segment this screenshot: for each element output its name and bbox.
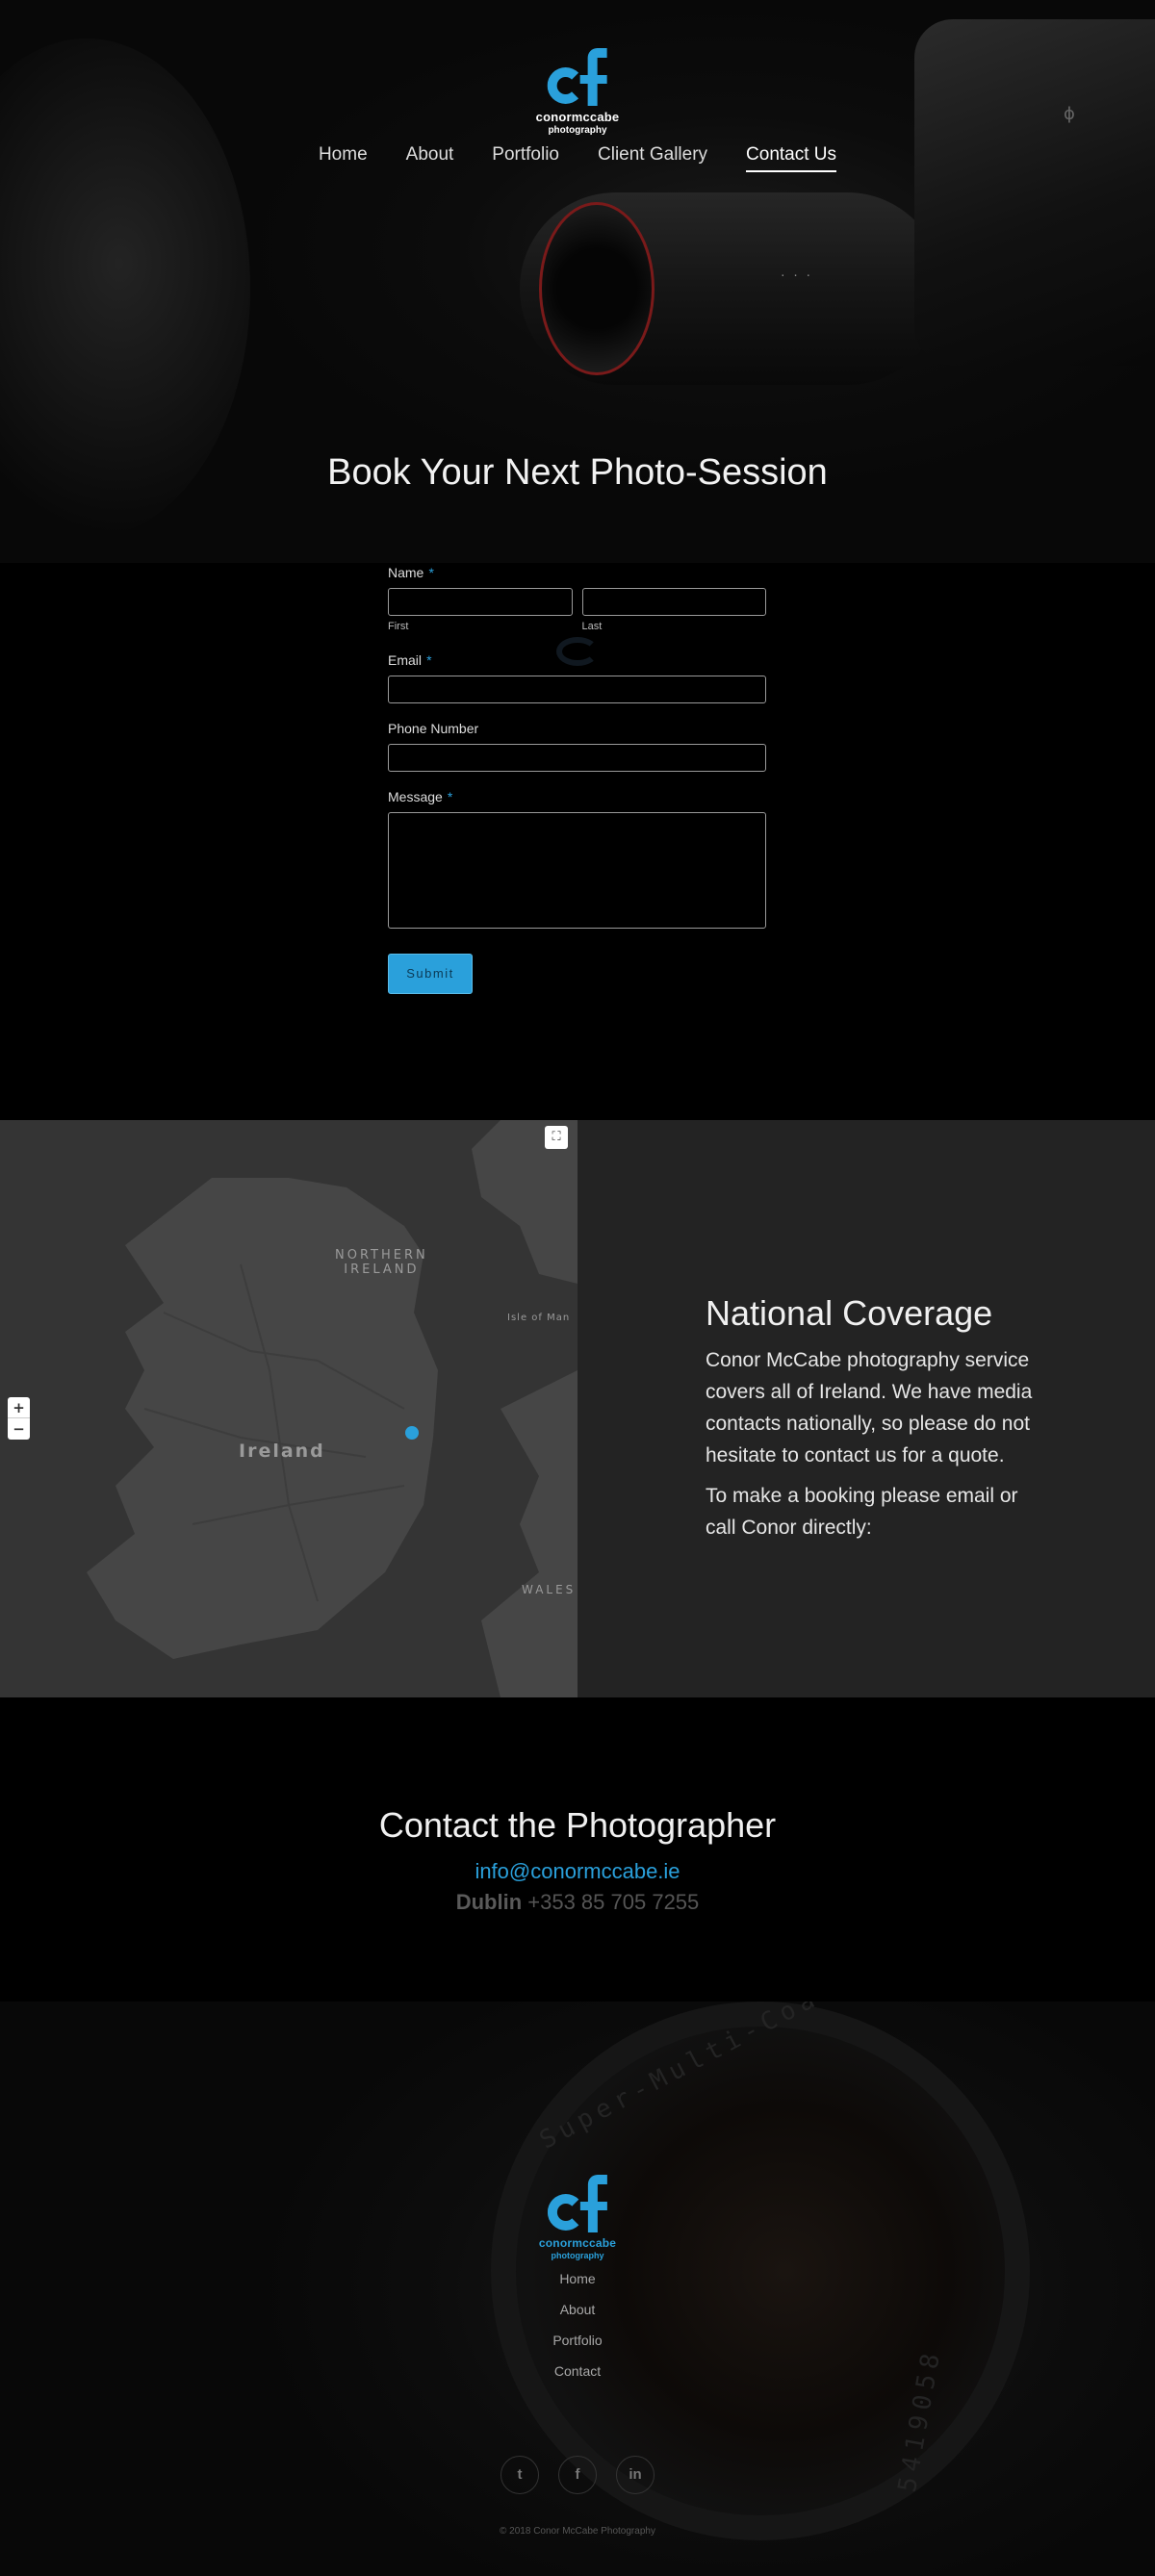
first-name-sublabel: First [388,621,409,632]
coverage-section: NORTHERN IRELAND Isle of Man Ireland WAL… [0,1120,1155,1697]
message-textarea[interactable] [388,812,766,929]
name-label: Name [388,565,424,580]
map-label-wales: WALES [522,1583,577,1596]
lens-front-ring [539,202,654,375]
map-land-shapes [87,1120,578,1697]
copyright: © 2018 Conor McCabe Photography [500,2526,655,2537]
camera-mode-icon: ϕ [1064,104,1075,124]
required-mark: * [428,565,434,580]
nav-item-about[interactable]: About [406,144,454,172]
booking-paragraph: To make a booking please email or call C… [706,1485,1018,1539]
logo-mark-icon [542,48,613,110]
logo-mark-icon [542,2175,613,2236]
nav-item-contact-us[interactable]: Contact Us [746,144,837,172]
logo-name: conormccabe [538,2236,617,2250]
contact-title: Contact the Photographer [378,1805,777,1845]
footer-link-about[interactable]: About [0,2302,1155,2317]
submit-button[interactable]: Submit [388,954,473,994]
footer: Super-Multi-Coated 5419058 conormccabe p… [0,2002,1155,2576]
footer-link-home[interactable]: Home [0,2271,1155,2286]
phone-label: Phone Number [388,721,479,736]
logo-tagline: photography [551,2251,604,2260]
contact-phone-number[interactable]: +353 85 705 7255 [527,1890,699,1914]
zoom-out-button[interactable]: − [8,1418,30,1440]
required-mark: * [447,789,453,804]
footer-link-portfolio[interactable]: Portfolio [0,2333,1155,2348]
footer-link-contact[interactable]: Contact [0,2363,1155,2379]
logo-name: conormccabe [535,110,620,124]
last-name-input[interactable] [581,588,766,616]
facebook-icon[interactable]: f [558,2456,597,2494]
nav-item-client-gallery[interactable]: Client Gallery [598,144,707,172]
map-label-isle-of-man: Isle of Man [507,1313,571,1323]
nav-item-portfolio[interactable]: Portfolio [492,144,559,172]
email-label: Email [388,652,423,668]
phone-input[interactable] [388,744,766,772]
logo-tagline: photography [548,125,607,136]
zoom-in-button[interactable]: + [8,1397,30,1418]
linkedin-icon[interactable]: in [616,2456,654,2494]
ireland-map[interactable]: NORTHERN IRELAND Isle of Man Ireland WAL… [0,1120,578,1697]
page-title: Book Your Next Photo-Session [327,452,828,493]
first-name-input[interactable] [388,588,573,616]
coverage-panel: National Coverage Conor McCabe photograp… [578,1120,1155,1697]
hero-section: · · · ϕ conormccabe photography Home Abo… [0,0,1155,563]
map-label-ireland: Ireland [239,1441,325,1462]
site-logo[interactable]: conormccabe photography [536,48,620,136]
contact-email-link[interactable]: info@conormccabe.ie [0,1859,1155,1884]
nav-item-home[interactable]: Home [319,144,368,172]
coverage-paragraph: Conor McCabe photography service covers … [706,1349,1033,1467]
email-input[interactable] [388,676,766,703]
contact-phone: Dublin +353 85 705 7255 [0,1890,1155,1915]
map-label-northern-ireland: NORTHERN IRELAND [335,1248,428,1277]
last-name-sublabel: Last [581,621,603,632]
message-label: Message [388,789,443,804]
footer-logo[interactable]: conormccabe photography [539,2175,616,2260]
dublin-location-marker[interactable] [405,1426,419,1440]
main-nav: Home About Portfolio Client Gallery Cont… [0,144,1155,172]
footer-nav: Home About Portfolio Contact [0,2271,1155,2394]
required-mark: * [426,652,432,668]
lens-markings: · · · [780,269,812,282]
map-zoom-control: + − [8,1397,30,1440]
social-links: t f in [0,2456,1155,2494]
coverage-title: National Coverage [706,1293,993,1333]
contact-city: Dublin [455,1890,523,1914]
twitter-icon[interactable]: t [500,2456,539,2494]
contact-section: Contact the Photographer info@conormccab… [0,1697,1155,2002]
camera-body-image [914,19,1155,366]
fullscreen-icon[interactable]: ⛶ [545,1126,568,1149]
booking-form: Name * First Last Email * Phone Number M… [388,563,766,994]
